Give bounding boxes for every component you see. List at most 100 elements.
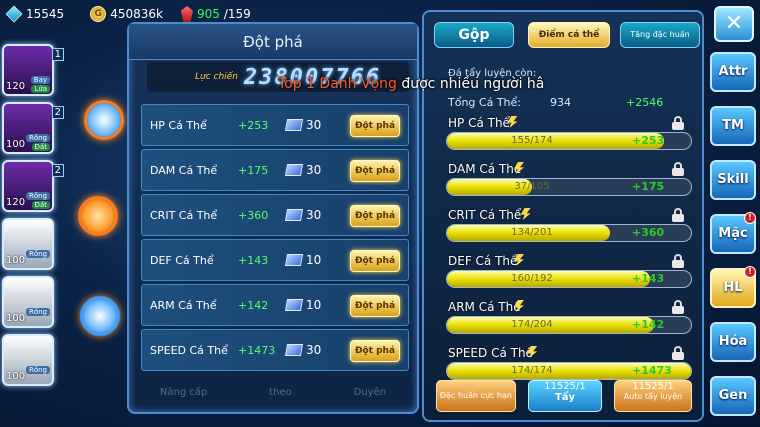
lock-badge-icon[interactable] <box>78 196 118 236</box>
breakthrough-button[interactable]: Đột phá <box>350 295 400 317</box>
wash-count: 11525/1 <box>544 381 586 392</box>
stat-bonus: +142 <box>238 298 269 312</box>
nav-gen-button[interactable]: Gen <box>710 376 756 416</box>
breakthrough-button[interactable]: Đột phá <box>350 205 400 227</box>
nav-label: Gen <box>718 388 748 403</box>
breakthrough-row: SPEED Cá Thể +1473 30 Đột phá <box>141 329 409 371</box>
nav-label: HL <box>723 280 743 295</box>
tab-destiny[interactable]: Duyên <box>354 387 386 398</box>
stat-bonus: +143 <box>632 272 665 285</box>
wash-button[interactable]: 11525/1 Tẩy <box>528 380 602 412</box>
book-icon <box>284 209 304 221</box>
stat-name: SPEED Cá Thể <box>448 346 533 360</box>
hero-type-tag: Bay <box>30 76 50 84</box>
hero-level: 120 <box>6 197 26 208</box>
close-button[interactable]: ✕ <box>714 6 754 42</box>
lock-icon[interactable] <box>672 208 684 222</box>
stat-bonus: +253 <box>632 134 665 147</box>
lock-icon[interactable] <box>672 300 684 314</box>
individual-points-panel: Gộp Điểm cá thể Tăng đặc huấn Đá tẩy luy… <box>422 10 704 422</box>
auto-wash-button[interactable]: 11525/1 Auto tẩy luyện <box>614 380 692 412</box>
nav-hóa-button[interactable]: Hóa <box>710 322 756 362</box>
stat-bonus: +360 <box>238 208 269 222</box>
hero-avatar-icon[interactable] <box>80 296 120 336</box>
hero-level: 100 <box>6 313 26 324</box>
stat-value: 174/174 <box>511 365 553 376</box>
hero-roster: 120 Bay Lửa 1 100 Rồng Đất 2 120 Rồng Đất 2 100 Rồng 1… <box>2 44 70 392</box>
alert-badge-icon: ! <box>744 266 756 278</box>
stat-cost: 30 <box>306 343 322 357</box>
breakthrough-button[interactable]: Đột phá <box>350 160 400 182</box>
tab-individual-points[interactable]: Điểm cá thể <box>528 22 610 48</box>
stat-bonus: +1473 <box>238 343 276 357</box>
stat-bonus: +142 <box>632 318 665 331</box>
stat-name: CRIT Cá Thể <box>150 208 218 222</box>
gems-counter: 15545 <box>5 5 64 23</box>
lock-icon[interactable] <box>672 254 684 268</box>
tab-follow[interactable]: theo <box>269 387 292 398</box>
stat-name: DAM Cá Thể <box>150 163 218 177</box>
hero-type-tag: Rồng <box>25 192 50 200</box>
stat-bar-row: CRIT Cá Thể 134/201 +360 <box>442 208 694 254</box>
nav-attr-button[interactable]: Attr <box>710 52 756 92</box>
breakthrough-button[interactable]: Đột phá <box>350 250 400 272</box>
stat-name: HP Cá Thể <box>448 116 510 130</box>
tab-upgrade[interactable]: Nâng cấp <box>160 387 207 398</box>
stat-cost: 10 <box>306 298 322 312</box>
nav-hl-button[interactable]: HL! <box>710 266 756 308</box>
hero-slot[interactable]: 120 Rồng Đất 2 <box>2 160 64 212</box>
energy-max: /159 <box>223 7 251 21</box>
panel-tabs: Gộp Điểm cá thể Tăng đặc huấn <box>430 22 700 50</box>
hero-portrait-icon[interactable] <box>84 100 124 140</box>
breakthrough-row: DAM Cá Thể +175 30 Đột phá <box>141 149 409 191</box>
tab-merge[interactable]: Gộp <box>434 22 514 48</box>
wash-label: Tẩy <box>554 392 576 403</box>
announcement-text: được nhiều người hâ <box>396 76 545 92</box>
total-label: Tổng Cá Thể: <box>448 96 521 109</box>
stat-value: 155/174 <box>511 135 553 146</box>
breakthrough-button[interactable]: Đột phá <box>350 115 400 137</box>
hero-element-tag: Đất <box>31 201 50 209</box>
hero-slot[interactable]: 100 Rồng <box>2 218 54 270</box>
auto-wash-count: 11525/1 <box>632 381 674 392</box>
lock-icon[interactable] <box>672 116 684 130</box>
stat-value: 37/105 <box>514 181 550 192</box>
nav-mặc-button[interactable]: Mặc! <box>710 212 756 254</box>
nav-tm-button[interactable]: TM <box>710 106 756 146</box>
stat-name: HP Cá Thể <box>150 118 207 132</box>
hero-slot[interactable]: 100 Rồng Đất 2 <box>2 102 64 154</box>
bottom-tabs: Nâng cấp theo Duyên <box>129 372 417 412</box>
stat-bar-row: ARM Cá Thể 174/204 +142 <box>442 300 694 346</box>
hero-level: 100 <box>6 255 26 266</box>
nav-skill-button[interactable]: Skill <box>710 160 756 200</box>
hero-type-tag: Rồng <box>25 366 50 374</box>
gold-value: 450836k <box>110 7 163 21</box>
stat-value: 174/204 <box>511 319 553 330</box>
hero-slot-number: 2 <box>51 164 64 177</box>
lock-icon[interactable] <box>672 346 684 360</box>
book-icon <box>284 344 304 356</box>
stat-bar-row: DAM Cá Thể 37/105 +175 <box>442 162 694 208</box>
nav-label: TM <box>722 118 744 133</box>
breakthrough-row: CRIT Cá Thể +360 30 Đột phá <box>141 194 409 236</box>
breakthrough-list: HP Cá Thể +253 30 Đột phá DAM Cá Thể +175 30 Độ… <box>141 104 409 374</box>
stat-name: DEF Cá Thể <box>448 254 518 268</box>
hero-slot[interactable]: 100 Rồng <box>2 334 54 386</box>
lock-icon[interactable] <box>672 162 684 176</box>
tab-special-training[interactable]: Tăng đặc huấn <box>620 22 700 48</box>
book-icon <box>284 299 304 311</box>
stat-bonus: +1473 <box>632 364 672 377</box>
stat-name: DAM Cá Thể <box>448 162 522 176</box>
hero-slot-number: 2 <box>51 106 64 119</box>
breakthrough-button[interactable]: Đột phá <box>350 340 400 362</box>
announcement-marquee: Top 1 Danh Vọng được nhiều người hâ <box>278 76 544 92</box>
nav-label: Mặc <box>718 226 748 241</box>
extreme-training-button[interactable]: Đặc huấn cực hạn <box>436 380 516 412</box>
stat-cost: 30 <box>306 208 322 222</box>
gem-icon <box>5 5 23 23</box>
hero-type-tag: Rồng <box>25 250 50 258</box>
hero-slot[interactable]: 100 Rồng <box>2 276 54 328</box>
hero-slot[interactable]: 120 Bay Lửa 1 <box>2 44 64 96</box>
hero-level: 120 <box>6 81 26 92</box>
breakthrough-row: DEF Cá Thể +143 10 Đột phá <box>141 239 409 281</box>
